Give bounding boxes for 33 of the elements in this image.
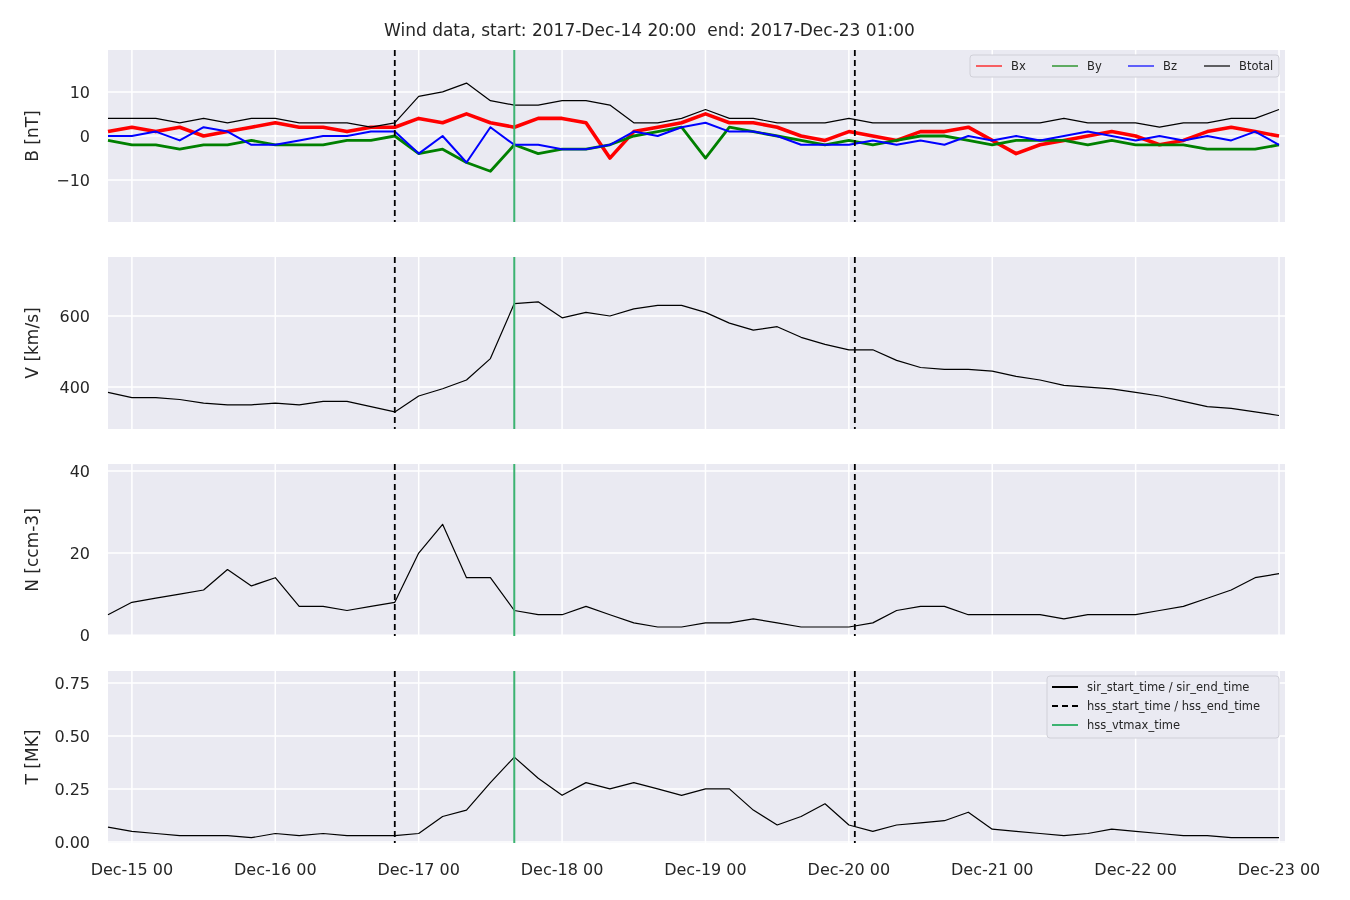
tick-label: 20 bbox=[69, 544, 90, 564]
tick-label: Dec-19 00 bbox=[664, 860, 747, 879]
tick-label: Dec-22 00 bbox=[1094, 860, 1177, 879]
legend-label: sir_start_time / sir_end_time bbox=[1087, 680, 1250, 694]
tick-label: Dec-18 00 bbox=[520, 860, 604, 879]
tick-label: 0 bbox=[79, 626, 90, 646]
axis-title: T [MK] bbox=[22, 729, 42, 785]
tick-label: 0.50 bbox=[54, 726, 90, 746]
legend-label: By bbox=[1087, 59, 1102, 73]
tick-label: 10 bbox=[69, 82, 90, 102]
tick-label: Dec-17 00 bbox=[377, 860, 460, 879]
legend-label: hss_start_time / hss_end_time bbox=[1087, 699, 1261, 713]
axis-title: N [ccm-3] bbox=[22, 508, 42, 592]
chart-title: Wind data, start: 2017-Dec-14 20:00 end: 2017-Dec-23 01:00 bbox=[383, 19, 916, 42]
tick-label: Dec-23 00 bbox=[1237, 860, 1321, 879]
tick-label: 0.00 bbox=[54, 832, 90, 852]
legend-label: Btotal bbox=[1239, 59, 1274, 73]
legend-label: Bx bbox=[1011, 59, 1026, 73]
axis-title: B [nT] bbox=[22, 110, 42, 162]
tick-label: 400 bbox=[59, 378, 90, 398]
tick-label: 0.25 bbox=[54, 779, 90, 799]
tick-label: 40 bbox=[69, 462, 90, 481]
axis-title: V [km/s] bbox=[22, 307, 42, 379]
legend-label: hss_vtmax_time bbox=[1087, 718, 1181, 732]
tick-label: Dec-20 00 bbox=[807, 860, 891, 879]
tick-label: Dec-16 00 bbox=[234, 860, 317, 879]
tick-label: 0.75 bbox=[54, 673, 90, 693]
tick-label: 0 bbox=[79, 127, 90, 146]
tick-label: 600 bbox=[59, 307, 90, 326]
legend-label: Bz bbox=[1163, 59, 1177, 73]
tick-label: Dec-15 00 bbox=[90, 860, 174, 879]
tick-label: −10 bbox=[56, 171, 90, 191]
tick-label: Dec-21 00 bbox=[950, 860, 1034, 879]
